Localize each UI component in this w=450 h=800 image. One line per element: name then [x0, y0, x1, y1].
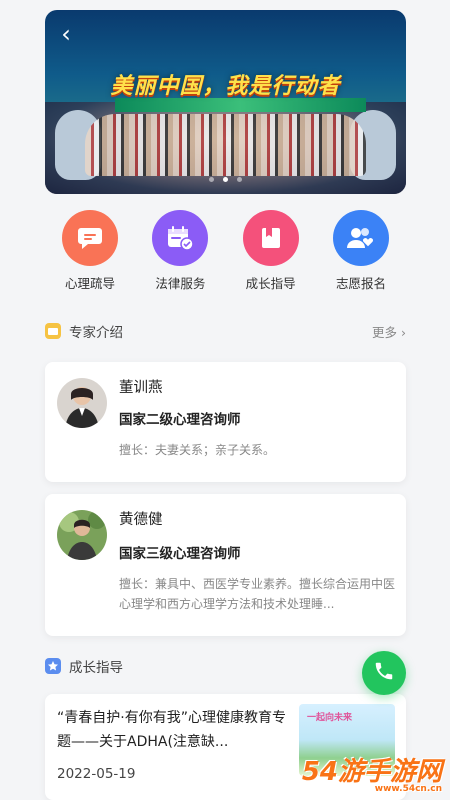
watermark-text: 54游手游网	[301, 757, 442, 787]
hero-banner[interactable]: ‹ 美丽中国，我是行动者	[45, 10, 406, 194]
article-date: 2022-05-19	[57, 766, 136, 782]
book-icon	[242, 210, 299, 266]
folder-icon	[45, 323, 61, 339]
expert-desc: 擅长：夫妻关系；亲子关系。	[119, 443, 276, 457]
service-legal[interactable]: 法律服务	[135, 210, 225, 291]
banner-subtitle-strip	[115, 98, 366, 112]
call-button[interactable]	[362, 651, 406, 695]
service-volunteer[interactable]: 志愿报名	[316, 210, 406, 291]
banner-title: 美丽中国，我是行动者	[110, 74, 341, 99]
chevron-left-icon[interactable]: ‹	[53, 22, 79, 48]
service-label: 法律服务	[155, 276, 206, 291]
carousel-dot-active[interactable]	[223, 177, 228, 182]
section-title: 专家介绍	[69, 325, 123, 341]
expert-card[interactable]: 黄德健 国家三级心理咨询师 擅长：兼具中、西医学专业素养。擅长综合运用中医心理学…	[45, 494, 406, 636]
article-title: “青春自护·有你有我”心理健康教育专题——关于ADHA(注意缺...	[57, 710, 286, 750]
service-label: 心理疏导	[64, 276, 115, 291]
section-title: 成长指导	[69, 660, 123, 676]
star-icon	[45, 658, 61, 674]
expert-name: 黄德健	[119, 512, 163, 528]
more-link[interactable]: 更多 ›	[372, 322, 406, 341]
avatar	[57, 378, 107, 428]
phone-icon	[373, 660, 395, 686]
chat-bubble-icon	[62, 210, 118, 266]
expert-desc: 擅长：兼具中、西医学专业素养。擅长综合运用中医心理学和西方心理学方法和技术处理睡…	[119, 577, 396, 611]
carousel-dots[interactable]	[45, 167, 406, 186]
more-label: 更多	[372, 324, 398, 340]
avatar	[57, 510, 107, 560]
chevron-right-icon: ›	[401, 324, 406, 340]
thumbnail-caption: 一起向未来	[307, 713, 353, 723]
expert-role: 国家二级心理咨询师	[119, 412, 241, 428]
growth-section-header: 成长指导	[45, 655, 406, 677]
users-heart-icon	[332, 210, 389, 266]
service-grid: 心理疏导 法律服务 成长指导 志愿报名	[45, 210, 406, 291]
carousel-dot[interactable]	[208, 177, 214, 182]
expert-role: 国家三级心理咨询师	[119, 546, 241, 562]
service-growth[interactable]: 成长指导	[226, 210, 316, 291]
expert-name: 董训燕	[119, 380, 163, 396]
service-label: 成长指导	[245, 276, 296, 291]
service-label: 志愿报名	[335, 276, 386, 291]
calendar-check-icon	[152, 210, 209, 266]
watermark-logo: 54游手游网 www.54cn.cn	[302, 751, 442, 794]
experts-section-header: 专家介绍 更多 ›	[45, 320, 406, 342]
expert-card[interactable]: 董训燕 国家二级心理咨询师 擅长：夫妻关系；亲子关系。	[45, 362, 406, 482]
carousel-dot[interactable]	[237, 177, 243, 182]
service-psych-counseling[interactable]: 心理疏导	[45, 210, 135, 291]
